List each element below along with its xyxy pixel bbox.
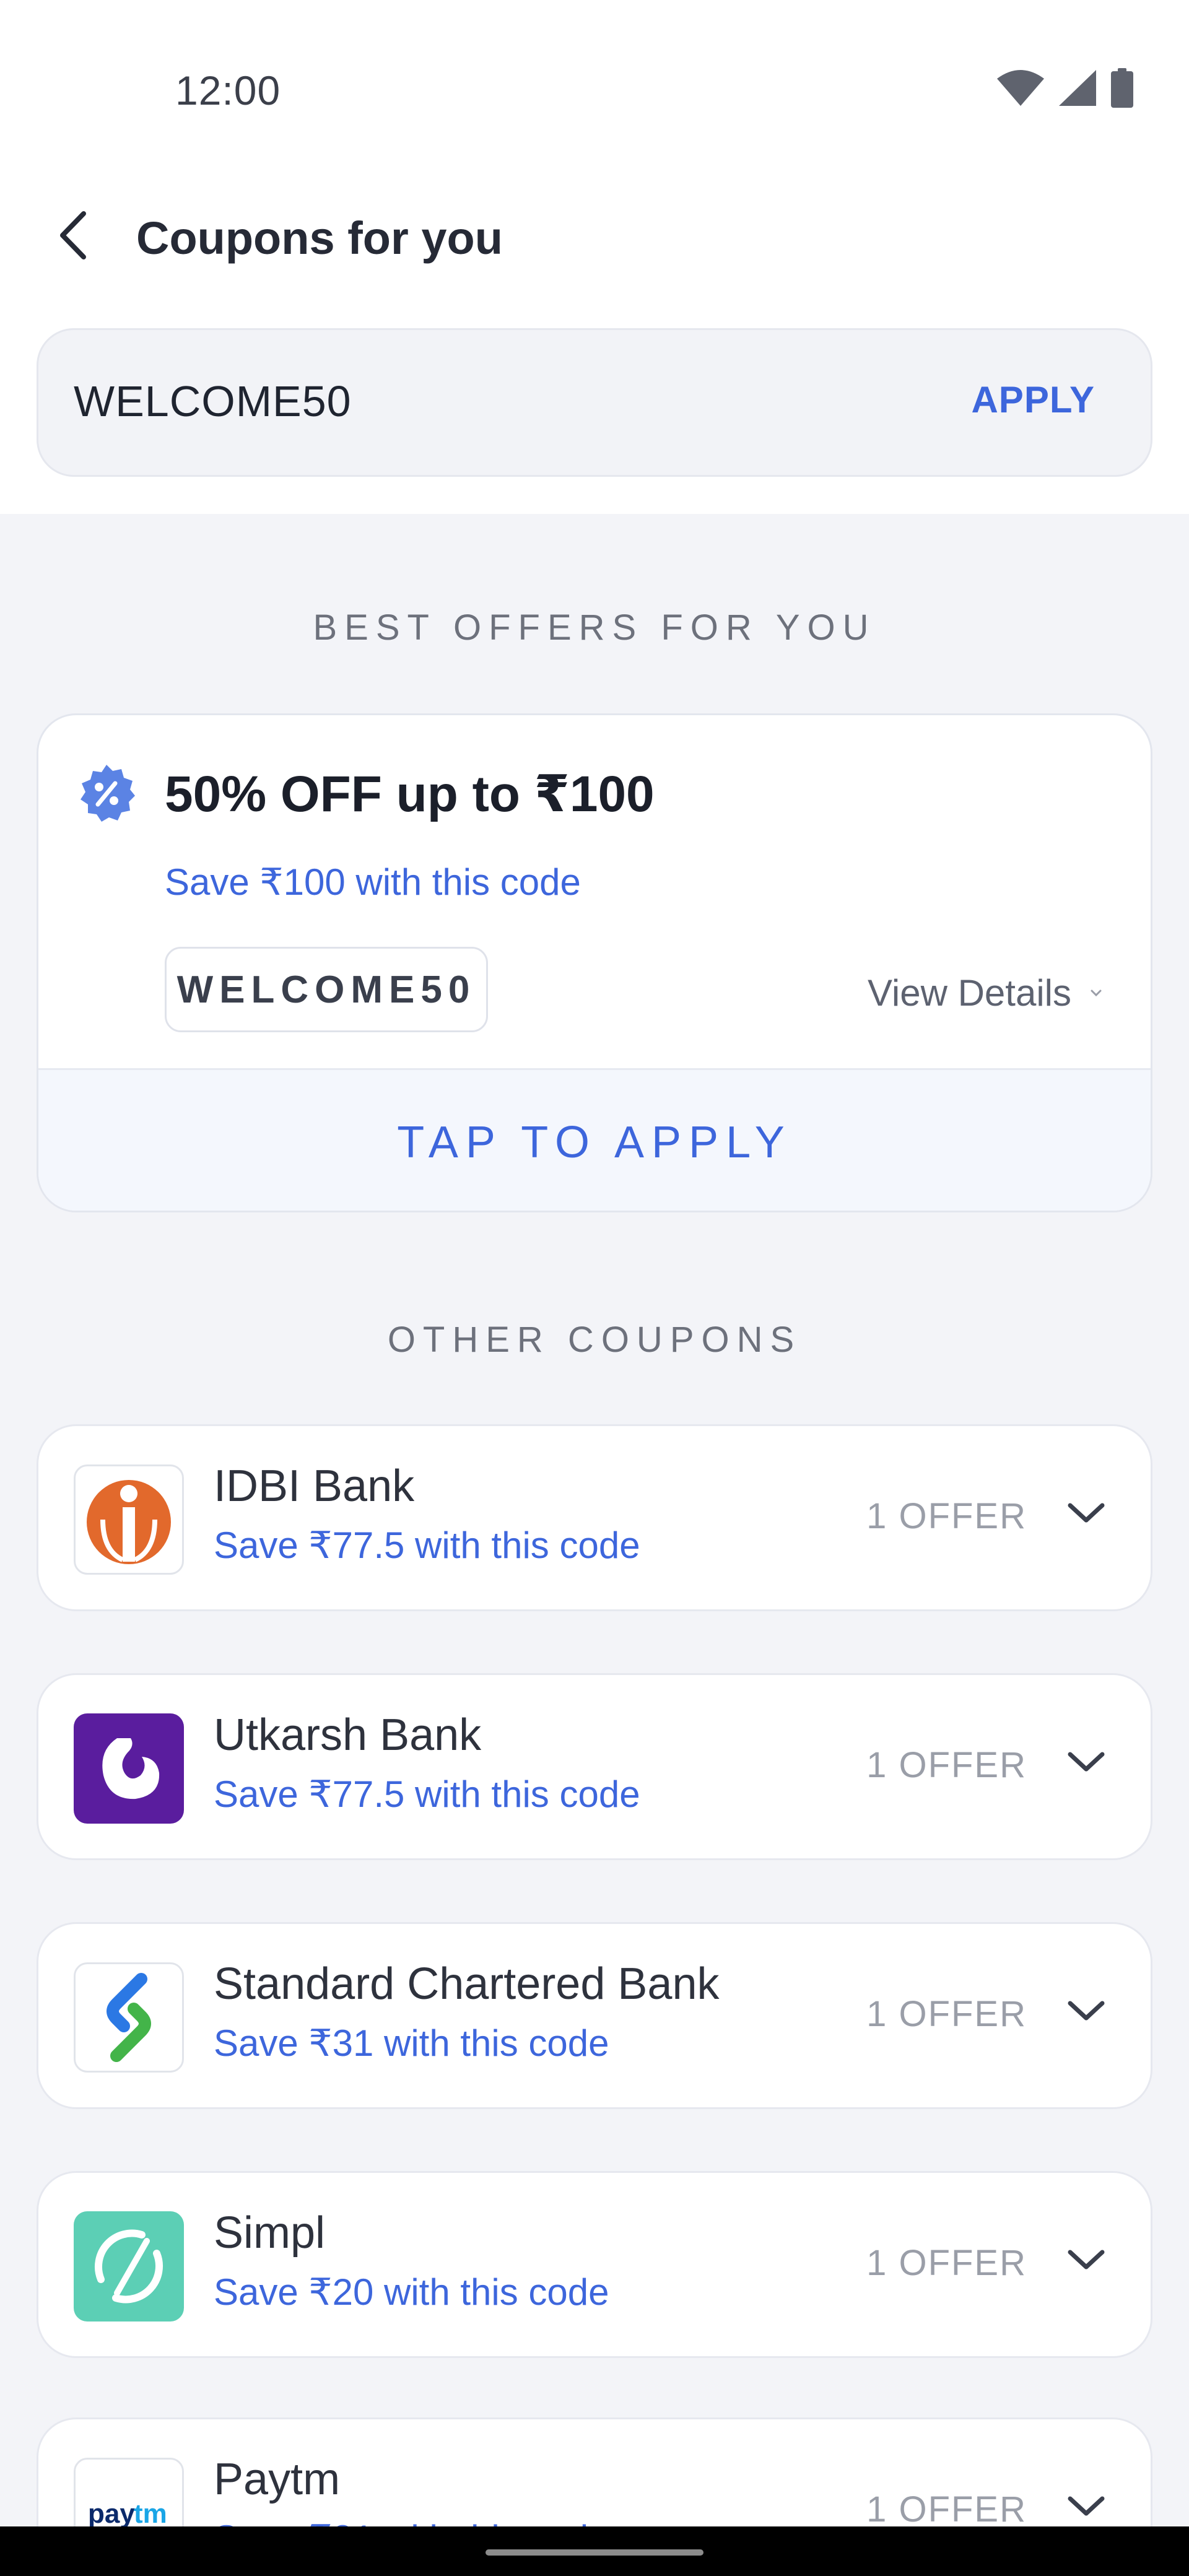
bank-name: IDBI Bank (214, 1461, 415, 1511)
bank-savings-text: Save ₹31 with this code (214, 2022, 609, 2064)
offer-count: 1 OFFER (866, 2489, 1027, 2530)
bank-name: Simpl (214, 2208, 326, 2258)
idbi-logo-icon (74, 1464, 184, 1575)
back-arrow-icon (60, 211, 86, 259)
page-title: Coupons for you (136, 212, 503, 264)
chevron-down-icon (1068, 2496, 1105, 2516)
coupon-item-simpl[interactable]: Simpl Save ₹20 with this code 1 OFFER (37, 2171, 1152, 2358)
wifi-icon (997, 70, 1044, 106)
bank-savings-text: Save ₹77.5 with this code (214, 1525, 640, 1566)
best-offers-title: BEST OFFERS FOR YOU (313, 607, 876, 648)
discount-badge-icon (81, 765, 135, 822)
bank-name: Utkarsh Bank (214, 1710, 482, 1760)
tap-to-apply-button[interactable]: TAP TO APPLY (38, 1068, 1151, 1211)
offer-count: 1 OFFER (866, 1994, 1027, 2034)
offer-count: 1 OFFER (866, 1496, 1027, 1536)
standard-chartered-logo-icon (74, 1962, 184, 2073)
battery-icon (1111, 68, 1133, 108)
chevron-down-icon (1068, 2001, 1105, 2021)
chevron-down-icon (1068, 1503, 1105, 1523)
offer-code-chip: WELCOME50 (165, 947, 488, 1032)
bank-name: Standard Chartered Bank (214, 1959, 720, 2009)
bank-savings-text: Save ₹77.5 with this code (214, 1773, 640, 1815)
coupon-item-idbi-bank[interactable]: IDBI Bank Save ₹77.5 with this code 1 OF… (37, 1424, 1152, 1611)
bank-name: Paytm (214, 2455, 341, 2504)
chevron-down-icon (1068, 2250, 1105, 2269)
offer-count: 1 OFFER (866, 1745, 1027, 1785)
signal-icon (1059, 70, 1096, 106)
svg-text:pay: pay (88, 2499, 135, 2529)
status-time: 12:00 (175, 67, 281, 113)
best-offer-card: 50% OFF up to ₹100 Save ₹100 with this c… (37, 713, 1152, 1212)
back-button[interactable] (48, 204, 98, 266)
utkarsh-logo-icon (74, 1713, 184, 1824)
view-details-button[interactable]: View Details (868, 972, 1102, 1014)
other-coupons-title: OTHER COUPONS (387, 1320, 802, 1360)
simpl-logo-icon (74, 2211, 184, 2321)
bank-savings-text: Save ₹20 with this code (214, 2271, 609, 2313)
view-details-label: View Details (867, 972, 1071, 1014)
coupon-item-utkarsh-bank[interactable]: Utkarsh Bank Save ₹77.5 with this code 1… (37, 1673, 1152, 1860)
coupon-code-input[interactable] (74, 361, 879, 442)
offer-savings-text: Save ₹100 with this code (165, 861, 581, 903)
offer-count: 1 OFFER (866, 2243, 1027, 2283)
svg-text:tm: tm (134, 2499, 167, 2529)
status-icons (997, 68, 1133, 108)
coupon-code-field: APPLY (37, 328, 1152, 477)
offer-title: 50% OFF up to ₹100 (165, 766, 655, 822)
home-gesture-handle[interactable] (486, 2549, 703, 2556)
coupon-item-standard-chartered-bank[interactable]: Standard Chartered Bank Save ₹31 with th… (37, 1922, 1152, 2109)
chevron-down-icon (1091, 990, 1102, 996)
apply-button[interactable]: APPLY (971, 378, 1095, 421)
chevron-down-icon (1068, 1752, 1105, 1772)
